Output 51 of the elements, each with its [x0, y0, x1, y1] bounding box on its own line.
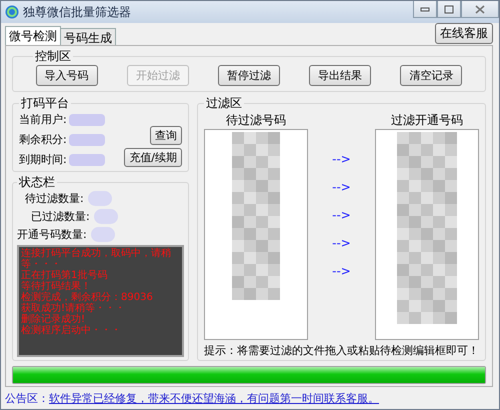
number-list[interactable]	[204, 129, 308, 340]
log-line: 获取成功!请稍等・・・	[21, 303, 126, 314]
toolbar-button[interactable]: 暂停过滤	[218, 65, 280, 86]
close-icon	[475, 4, 485, 14]
arrow-text: -->	[332, 236, 351, 250]
arrow-text: -->	[332, 152, 351, 166]
blurred-value	[88, 191, 112, 206]
log-line: 等待打码结果！	[21, 281, 92, 292]
toolbar-button[interactable]: 导出结果	[309, 65, 372, 86]
arrow-text: -->	[332, 264, 351, 278]
log-line: 检测程序启动中・・・	[21, 325, 122, 336]
platform-button[interactable]: 查询	[150, 126, 182, 145]
blurred-value	[94, 209, 118, 224]
maximize-button[interactable]	[437, 1, 461, 18]
list-heading: 待过滤号码	[226, 112, 286, 129]
log-line: 正在打码第1批号码	[21, 270, 108, 281]
toolbar-button[interactable]: 导入号码	[36, 65, 98, 86]
field-label: 已过滤数量:	[31, 209, 90, 224]
group-title: 打码平台	[20, 95, 70, 112]
maximize-icon	[444, 4, 454, 14]
log-line: 检测完成，剩余积分：89036	[21, 292, 154, 303]
minimize-button[interactable]	[413, 1, 437, 18]
field-label: 剩余积分:	[19, 132, 67, 147]
group-title: 控制区	[34, 48, 72, 65]
group-title: 状态栏	[18, 174, 56, 191]
field-label: 当前用户:	[19, 112, 67, 127]
hint-text: 提示：将需要过滤的文件拖入或粘贴待检测编辑框即可！	[204, 343, 479, 358]
field-label: 到期时间:	[19, 152, 67, 167]
blurred-value	[68, 134, 105, 146]
minimize-icon	[420, 6, 430, 12]
close-button[interactable]	[461, 1, 499, 18]
tab[interactable]: 微号检测	[5, 26, 61, 45]
result-list[interactable]	[375, 129, 479, 340]
notice-link[interactable]: 软件异常已经修复，带来不便还望海涵，有问题第一时间联系客服。	[49, 391, 379, 406]
list-heading: 过滤开通号码	[391, 112, 463, 129]
log-line: 删除记录成功!	[21, 314, 86, 325]
arrow-text: -->	[332, 180, 351, 194]
tab[interactable]: 号码生成	[60, 28, 116, 45]
arrow-text: -->	[332, 208, 351, 222]
toolbar-button[interactable]: 清空记录	[400, 65, 462, 86]
blurred-value	[68, 114, 105, 126]
log-line: 连接打码平台成功，取码中，请稍等・・・	[21, 248, 172, 270]
group-title: 过滤区	[205, 95, 243, 112]
field-label: 开通号码数量:	[17, 227, 87, 242]
support-button[interactable]: 在线客服	[435, 23, 493, 44]
blurred-value	[90, 227, 115, 242]
blurred-value	[68, 154, 105, 166]
notice-label: 公告区：	[5, 391, 49, 406]
window-title: 独尊微信批量筛选器	[23, 4, 131, 20]
platform-button[interactable]: 充值/续期	[124, 148, 182, 167]
field-label: 待过滤数量:	[25, 191, 84, 206]
